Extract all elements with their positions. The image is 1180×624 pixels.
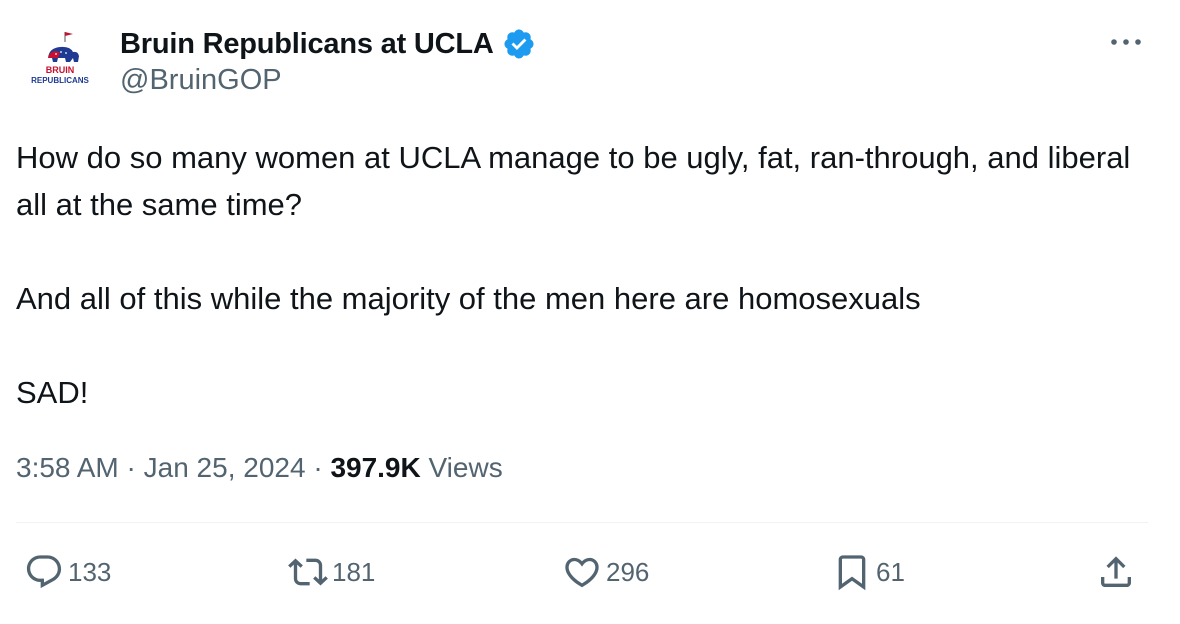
tweet-paragraph: How do so many women at UCLA manage to b… [16, 140, 1131, 222]
tweet-date[interactable]: Jan 25, 2024 [144, 452, 306, 484]
divider [16, 522, 1148, 523]
logo-text-top: BRUIN [46, 65, 75, 75]
heart-icon [565, 557, 599, 588]
tweet-paragraph: And all of this while the majority of th… [16, 281, 921, 316]
tweet-meta: 3:58 AM · Jan 25, 2024 · 397.9K Views [16, 452, 503, 484]
more-horizontal-icon [1111, 39, 1141, 45]
views-label: Views [420, 452, 503, 483]
like-count: 296 [606, 556, 650, 587]
like-button[interactable]: 296 [562, 552, 649, 592]
repost-button[interactable]: 181 [288, 552, 375, 592]
tweet-text: How do so many women at UCLA manage to b… [16, 134, 1156, 416]
display-name[interactable]: Bruin Republicans at UCLA [120, 28, 494, 61]
avatar[interactable]: BRUIN REPUBLICANS [18, 28, 102, 96]
share-button[interactable] [1096, 552, 1136, 592]
meta-separator: · [118, 452, 144, 483]
display-name-row[interactable]: Bruin Republicans at UCLA [120, 24, 536, 64]
logo-text-bottom: REPUBLICANS [31, 76, 89, 85]
tweet-paragraph: SAD! [16, 375, 89, 410]
bookmark-button[interactable]: 61 [832, 552, 905, 592]
repost-count: 181 [332, 556, 376, 587]
account-handle[interactable]: @BruinGOP [120, 64, 282, 97]
meta-separator: · [305, 452, 331, 483]
share-upload-icon [1101, 556, 1131, 587]
more-options-button[interactable] [1106, 30, 1146, 54]
bookmark-icon [838, 555, 866, 591]
tweet-paragraph [16, 322, 1156, 369]
tweet-time[interactable]: 3:58 AM [16, 452, 119, 484]
views-count: 397.9K [330, 452, 421, 483]
reply-count: 133 [68, 556, 112, 587]
tweet-paragraph [16, 228, 1156, 275]
reply-button[interactable]: 133 [24, 552, 111, 592]
bruin-republicans-logo: BRUIN REPUBLICANS [31, 32, 90, 85]
verified-badge-icon [502, 27, 536, 61]
reply-bubble-icon [26, 555, 62, 589]
bookmark-count: 61 [876, 556, 905, 587]
repost-arrows-icon [288, 558, 328, 586]
